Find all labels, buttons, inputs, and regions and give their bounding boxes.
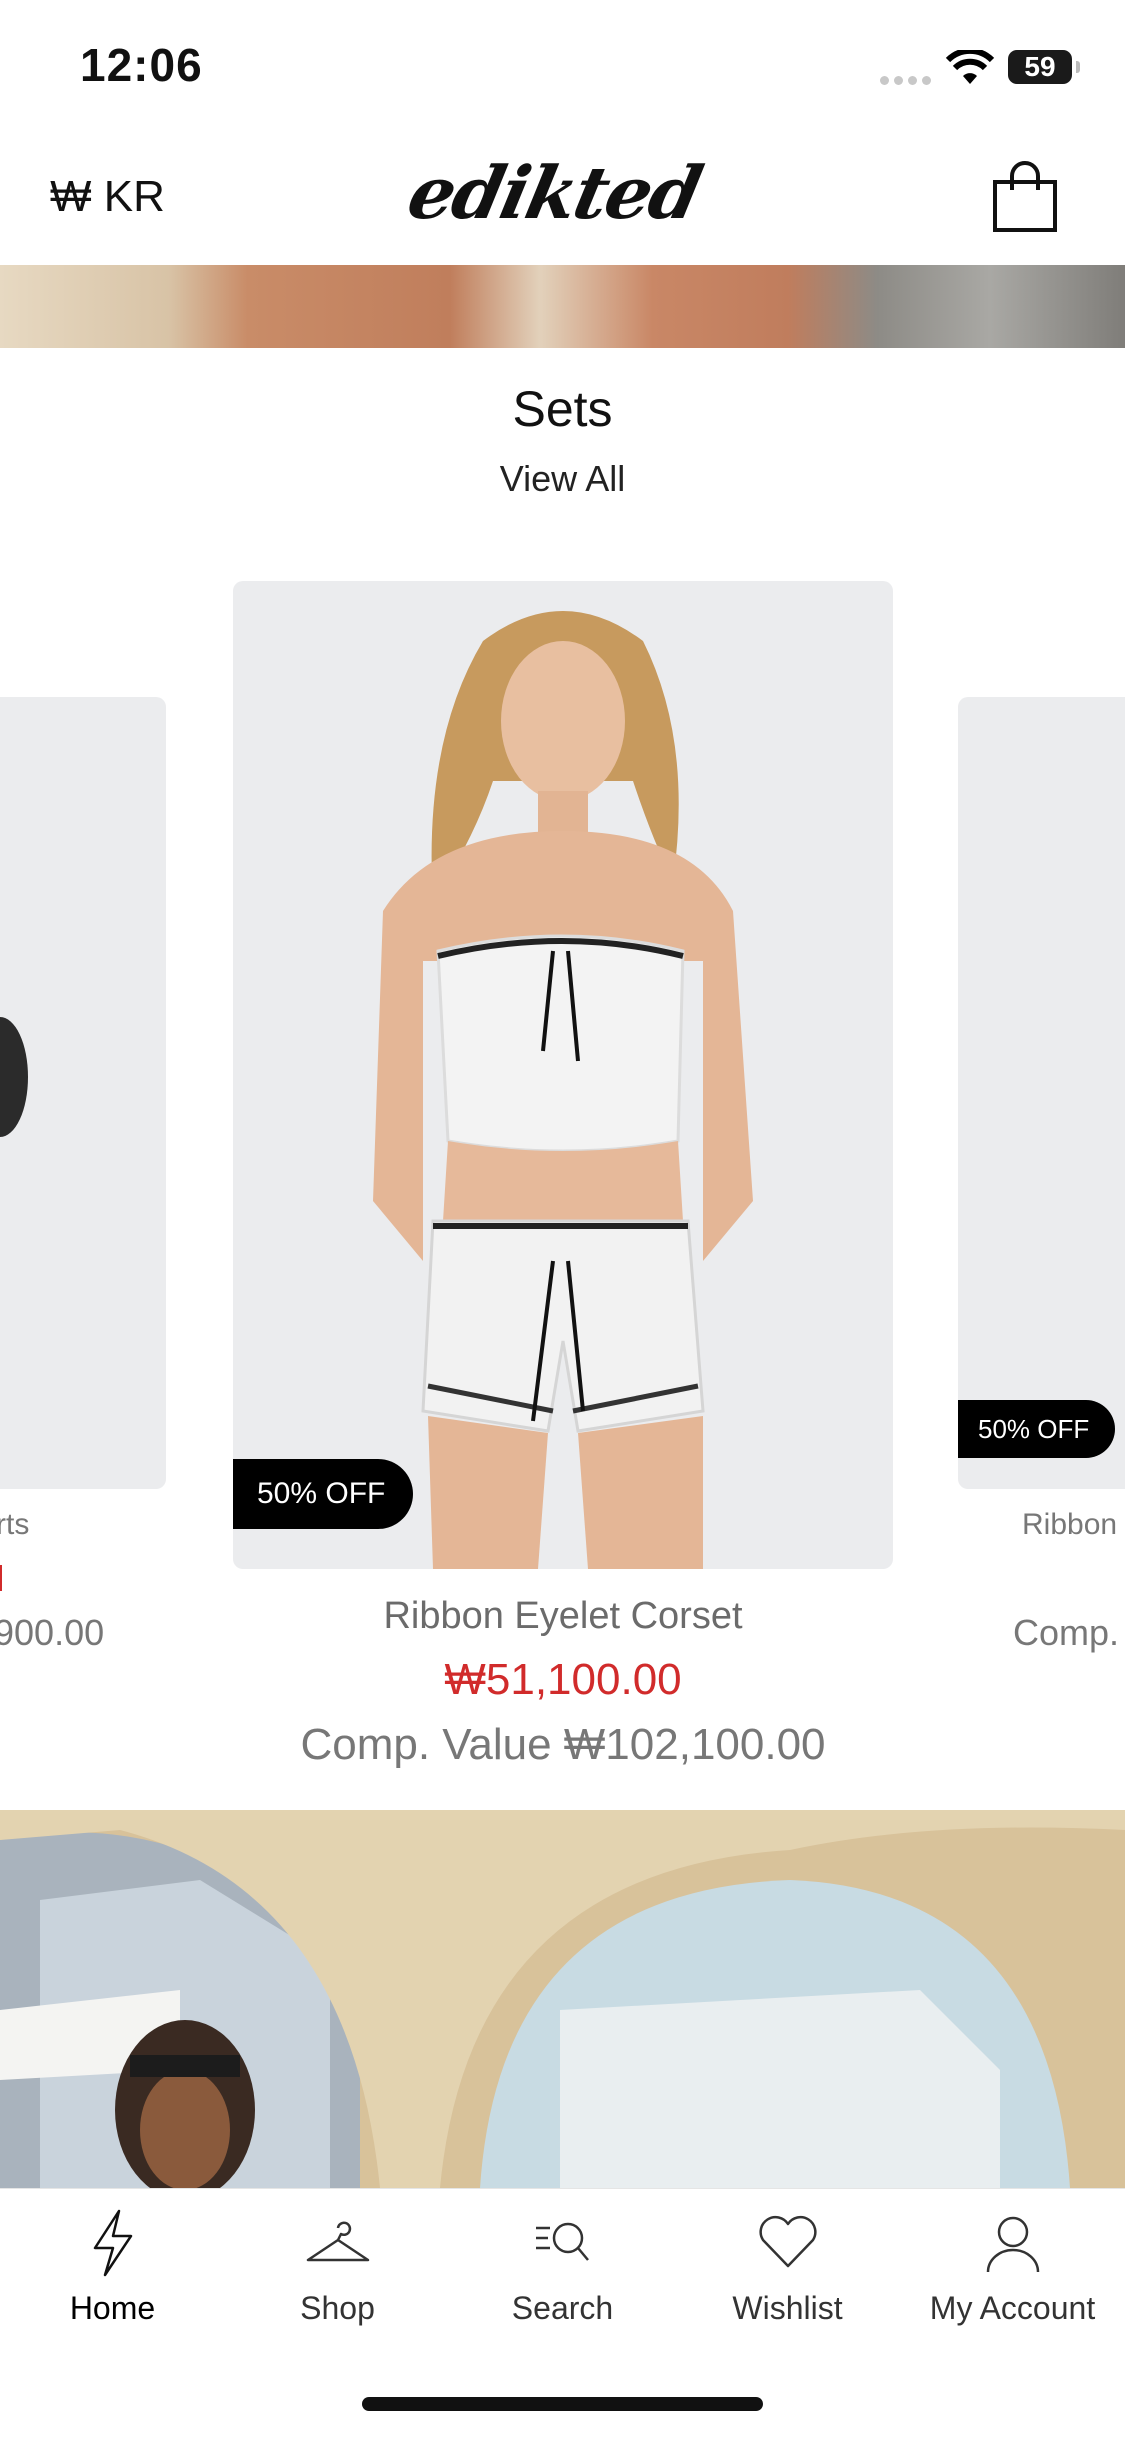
product-price-left [0, 1565, 2, 1591]
view-all-link[interactable]: View All [0, 458, 1125, 500]
product-sale-price: ₩51,100.00 [444, 1655, 682, 1704]
tab-my-account-label: My Account [929, 2290, 1096, 2326]
search-icon [535, 2222, 589, 2261]
product-card-right-image[interactable] [958, 697, 1125, 1489]
promo-banner-image[interactable] [0, 1810, 1125, 2188]
product-card-left-image[interactable] [0, 697, 166, 1489]
tab-home-label: Home [69, 2290, 156, 2326]
tab-my-account[interactable]: My Account [900, 2208, 1125, 2327]
shopping-bag-icon[interactable] [990, 160, 1060, 240]
tab-wishlist[interactable]: Wishlist [675, 2208, 900, 2327]
cellular-signal-icon [880, 72, 936, 90]
home-indicator[interactable] [362, 2397, 763, 2411]
wifi-icon [945, 47, 995, 91]
product-name-left[interactable]: rts [0, 1508, 29, 1542]
product-card-main-image[interactable] [233, 581, 893, 1569]
lightning-icon [93, 2209, 132, 2277]
tab-search-label: Search [511, 2290, 614, 2326]
tab-shop[interactable]: Shop [225, 2208, 450, 2327]
tab-wishlist-label: Wishlist [732, 2290, 843, 2326]
hero-image-strip[interactable] [0, 265, 1125, 348]
product-comp-right: Comp. [1013, 1612, 1120, 1653]
brand-logo[interactable]: edikted [401, 150, 708, 235]
heart-icon [758, 2215, 817, 2268]
discount-badge-right: 50% OFF [958, 1400, 1116, 1458]
tab-shop-label: Shop [300, 2290, 375, 2326]
product-comp-left: 900.00 [0, 1612, 105, 1653]
tab-home[interactable]: Home [0, 2208, 225, 2327]
section-title: Sets [512, 381, 613, 437]
battery-icon: 59 [1008, 50, 1080, 84]
product-name[interactable]: Ribbon Eyelet Corset [233, 1595, 893, 1638]
account-icon [986, 2216, 1039, 2273]
product-comp-value: Comp. Value ₩102,100.00 [300, 1720, 826, 1769]
tab-search[interactable]: Search [450, 2208, 675, 2327]
discount-badge: 50% OFF [233, 1459, 414, 1529]
hanger-icon [306, 2221, 369, 2262]
product-name-right[interactable]: Ribbon [1022, 1508, 1117, 1542]
currency-selector[interactable]: ₩ KR [50, 172, 165, 222]
status-time: 12:06 [80, 39, 203, 91]
